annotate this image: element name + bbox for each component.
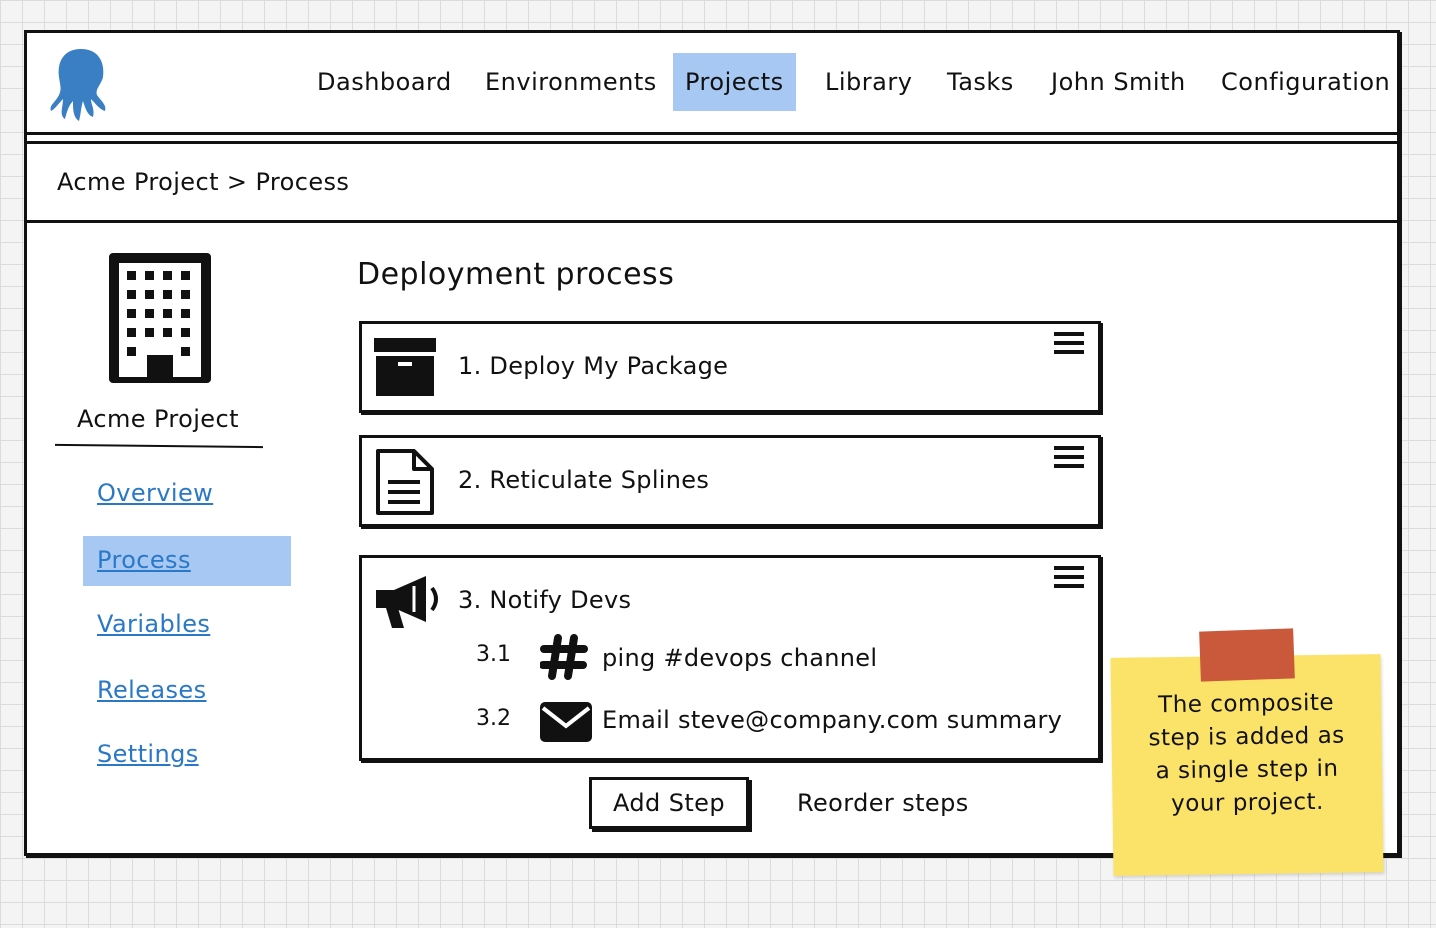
hamburger-menu-icon[interactable]: [1054, 566, 1084, 590]
nav-tasks[interactable]: Tasks: [947, 53, 1014, 111]
substep-text[interactable]: ping #devops channel: [602, 644, 877, 672]
octopus-logo-icon[interactable]: [45, 45, 117, 123]
substep-number: 3.1: [476, 642, 511, 667]
envelope-icon: [540, 702, 592, 742]
add-step-button[interactable]: Add Step: [589, 777, 749, 829]
sidebar-item-settings[interactable]: Settings: [97, 740, 199, 768]
breadcrumb-bar: Acme Project > Process: [27, 141, 1397, 223]
nav-user-menu[interactable]: John Smith: [1051, 53, 1186, 111]
step-title[interactable]: 2. Reticulate Splines: [458, 466, 709, 494]
substep-number: 3.2: [476, 706, 511, 731]
breadcrumb[interactable]: Acme Project > Process: [57, 168, 349, 196]
sidebar-item-overview[interactable]: Overview: [97, 479, 213, 507]
page-title: Deployment process: [357, 257, 675, 292]
hashtag-icon: [540, 634, 588, 680]
sidebar-item-variables[interactable]: Variables: [97, 610, 210, 638]
step-card-deploy-package[interactable]: 1. Deploy My Package: [359, 321, 1101, 413]
sticky-note-line: your project.: [1171, 788, 1325, 818]
sticky-note-tape: [1199, 628, 1295, 682]
nav-configuration[interactable]: Configuration: [1221, 53, 1390, 111]
sticky-note-line: a single step in: [1155, 755, 1339, 785]
hamburger-menu-icon[interactable]: [1054, 446, 1084, 470]
sidebar-item-releases[interactable]: Releases: [97, 676, 206, 704]
project-name: Acme Project: [77, 405, 239, 433]
sticky-note-line: The composite: [1158, 689, 1335, 719]
sidebar-divider: [54, 443, 264, 449]
sidebar-item-process[interactable]: Process: [97, 546, 191, 574]
building-icon: [109, 253, 211, 383]
nav-library[interactable]: Library: [825, 53, 912, 111]
step-card-reticulate-splines[interactable]: 2. Reticulate Splines: [359, 435, 1101, 527]
reorder-steps-link[interactable]: Reorder steps: [797, 789, 969, 817]
sticky-note: The composite step is added as a single …: [1110, 654, 1384, 876]
step-card-notify-devs[interactable]: 3. Notify Devs 3.1 ping #devops channel …: [359, 555, 1101, 761]
sticky-note-text: The composite step is added as a single …: [1125, 686, 1369, 821]
top-nav-bar: Dashboard Environments Projects Library …: [27, 33, 1397, 135]
step-title[interactable]: 3. Notify Devs: [458, 586, 631, 614]
document-icon: [376, 449, 434, 515]
megaphone-icon: [376, 576, 438, 628]
sticky-note-line: step is added as: [1148, 722, 1345, 752]
nav-projects[interactable]: Projects: [673, 53, 796, 111]
nav-environments[interactable]: Environments: [485, 53, 657, 111]
archive-icon: [374, 338, 436, 396]
hamburger-menu-icon[interactable]: [1054, 332, 1084, 356]
substep-text[interactable]: Email steve@company.com summary: [602, 706, 1062, 734]
nav-dashboard[interactable]: Dashboard: [317, 53, 452, 111]
step-title[interactable]: 1. Deploy My Package: [458, 352, 728, 380]
